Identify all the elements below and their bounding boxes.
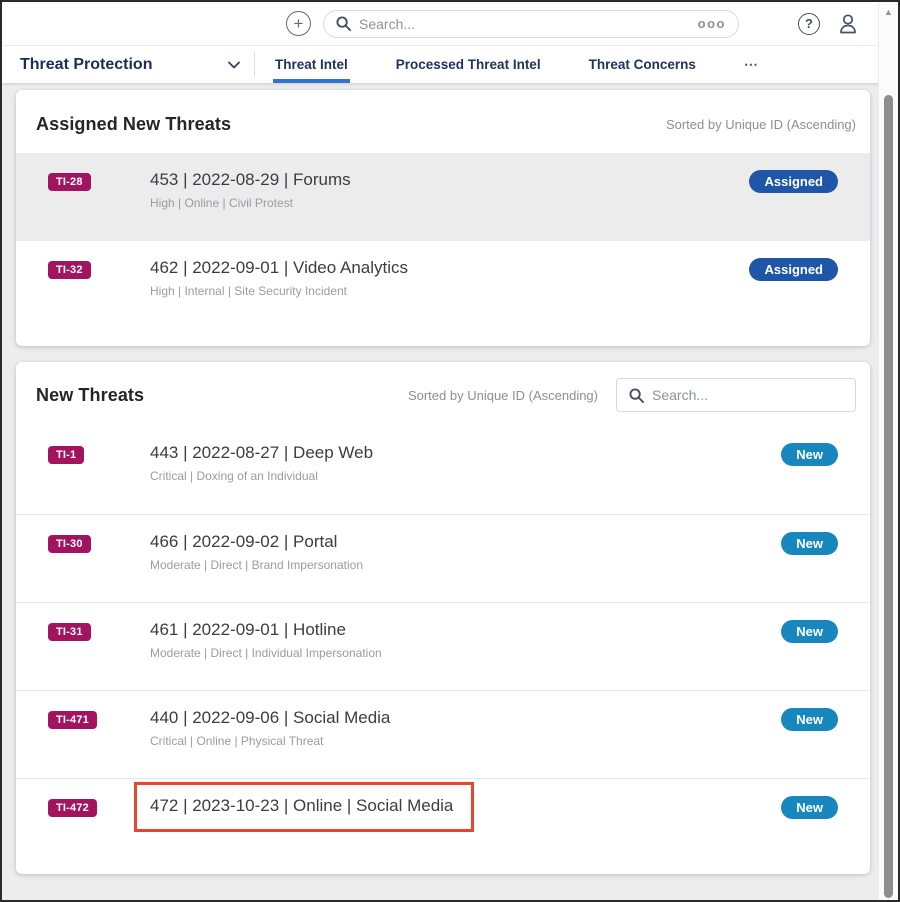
annotation-highlight-box: 472 | 2023-10-23 | Online | Social Media — [134, 782, 474, 832]
global-search-bar[interactable]: ooo — [323, 10, 739, 38]
threat-title[interactable]: 472 | 2023-10-23 | Online | Social Media — [150, 796, 453, 815]
top-bar: + ooo ? — [2, 2, 898, 46]
nav-divider — [254, 52, 255, 77]
section-title: New Threats — [36, 385, 144, 406]
sort-indicator: Sorted by Unique ID (Ascending) — [408, 388, 598, 403]
nav-bar: Threat Protection Threat Intel Processed… — [2, 46, 898, 83]
unique-id-badge: TI-472 — [48, 799, 97, 817]
unique-id-badge: TI-1 — [48, 446, 84, 464]
threat-row[interactable]: TI-32 462 | 2022-09-01 | Video Analytics… — [16, 241, 870, 329]
status-badge: Assigned — [749, 170, 838, 193]
assigned-new-threats-section: Assigned New Threats Sorted by Unique ID… — [16, 90, 870, 346]
sort-indicator: Sorted by Unique ID (Ascending) — [666, 117, 856, 132]
new-threats-section: New Threats Sorted by Unique ID (Ascendi… — [16, 362, 870, 874]
app-title: Threat Protection — [20, 56, 152, 74]
threat-title[interactable]: 453 | 2022-08-29 | Forums — [150, 169, 749, 191]
section-header: New Threats Sorted by Unique ID (Ascendi… — [16, 362, 870, 426]
threat-row[interactable]: TI-28 453 | 2022-08-29 | Forums High | O… — [16, 153, 870, 241]
status-badge: New — [781, 620, 838, 643]
unique-id-badge: TI-28 — [48, 173, 91, 191]
help-icon[interactable]: ? — [798, 13, 820, 35]
threat-subtitle: Critical | Online | Physical Threat — [150, 734, 781, 748]
status-badge: New — [781, 532, 838, 555]
tab-bar: Threat Intel Processed Threat Intel Thre… — [273, 46, 761, 83]
status-badge: Assigned — [749, 258, 838, 281]
tab-threat-concerns[interactable]: Threat Concerns — [587, 46, 698, 83]
threat-row[interactable]: TI-30 466 | 2022-09-02 | Portal Moderate… — [16, 514, 870, 602]
more-tabs-icon[interactable]: ⋯ — [742, 46, 761, 83]
unique-id-badge: TI-32 — [48, 261, 91, 279]
section-search-bar[interactable] — [616, 378, 856, 412]
search-icon — [336, 16, 351, 31]
status-badge: New — [781, 708, 838, 731]
chevron-down-icon — [228, 61, 240, 69]
unique-id-badge: TI-31 — [48, 623, 91, 641]
add-icon[interactable]: + — [286, 11, 311, 36]
unique-id-badge: TI-471 — [48, 711, 97, 729]
global-search-input[interactable] — [359, 16, 690, 32]
unique-id-badge: TI-30 — [48, 535, 91, 553]
section-search-input[interactable] — [652, 387, 843, 403]
page-content: Assigned New Threats Sorted by Unique ID… — [2, 83, 898, 874]
threat-row[interactable]: TI-471 440 | 2022-09-06 | Social Media C… — [16, 690, 870, 778]
app-window: + ooo ? Threat Protection Threat Intel P… — [0, 0, 900, 902]
threat-title[interactable]: 440 | 2022-09-06 | Social Media — [150, 707, 781, 729]
threat-subtitle: High | Internal | Site Security Incident — [150, 284, 749, 298]
threat-subtitle: Moderate | Direct | Brand Impersonation — [150, 558, 781, 572]
threat-subtitle: Moderate | Direct | Individual Impersona… — [150, 646, 781, 660]
search-icon — [629, 388, 644, 403]
threat-title[interactable]: 461 | 2022-09-01 | Hotline — [150, 619, 781, 641]
tab-threat-intel[interactable]: Threat Intel — [273, 46, 350, 83]
tab-processed-threat-intel[interactable]: Processed Threat Intel — [394, 46, 543, 83]
threat-title[interactable]: 443 | 2022-08-27 | Deep Web — [150, 442, 781, 464]
status-badge: New — [781, 443, 838, 466]
search-options-icon[interactable]: ooo — [698, 16, 726, 31]
status-badge: New — [781, 796, 838, 819]
threat-title[interactable]: 462 | 2022-09-01 | Video Analytics — [150, 257, 749, 279]
section-title: Assigned New Threats — [36, 114, 231, 135]
threat-subtitle: High | Online | Civil Protest — [150, 196, 749, 210]
threat-row[interactable]: TI-1 443 | 2022-08-27 | Deep Web Critica… — [16, 426, 870, 514]
scroll-up-icon[interactable]: ▲ — [879, 2, 898, 22]
section-header: Assigned New Threats Sorted by Unique ID… — [16, 90, 870, 153]
user-icon[interactable] — [836, 12, 860, 36]
app-switcher-dropdown[interactable]: Threat Protection — [2, 46, 254, 83]
threat-row-highlighted[interactable]: TI-472 472 | 2023-10-23 | Online | Socia… — [16, 778, 870, 866]
scrollbar-thumb[interactable] — [884, 95, 893, 898]
threat-row[interactable]: TI-31 461 | 2022-09-01 | Hotline Moderat… — [16, 602, 870, 690]
vertical-scrollbar[interactable]: ▲ — [878, 2, 898, 900]
threat-subtitle: Critical | Doxing of an Individual — [150, 469, 781, 483]
threat-title[interactable]: 466 | 2022-09-02 | Portal — [150, 531, 781, 553]
